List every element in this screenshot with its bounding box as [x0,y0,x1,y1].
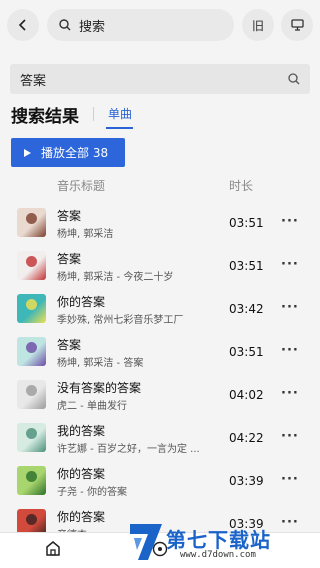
album-cover [17,208,46,237]
song-title: 答案 [57,209,82,223]
play-icon [24,148,31,157]
watermark-url: www.d7down.com [180,550,256,560]
song-title: 没有答案的答案 [57,381,142,395]
tv-icon [290,19,304,31]
song-row[interactable]: 我的答案 许艺娜 - 百岁之好，一言为定 ... 04:22 ··· [0,415,320,458]
album-cover [17,466,46,495]
back-button[interactable] [7,9,39,41]
home-icon[interactable] [45,541,61,556]
song-title: 我的答案 [57,424,106,438]
song-duration: 03:51 [229,216,264,230]
search-query: 答案 [20,73,47,89]
song-duration: 03:39 [229,474,264,488]
more-icon[interactable]: ··· [281,343,299,358]
more-icon[interactable]: ··· [281,472,299,487]
tv-button[interactable] [281,9,313,41]
more-icon[interactable]: ··· [281,386,299,401]
cover-figure [26,471,37,482]
watermark-logo-icon [130,524,162,560]
top-search-box[interactable]: 搜索 [47,9,234,41]
song-row[interactable]: 答案 杨坤, 郭采洁 03:51 ··· [0,200,320,243]
cover-figure [26,342,37,353]
results-title: 搜索结果 [11,107,79,127]
song-row[interactable]: 答案 杨坤, 郭采洁 - 今夜二十岁 03:51 ··· [0,243,320,286]
search-icon[interactable] [288,73,300,85]
more-icon[interactable]: ··· [281,257,299,272]
app-screen: 搜索 旧 答案 搜索结果 单曲 播放全部 38 音乐标题 时长 答案 杨坤, 郭… [0,0,320,568]
song-title: 答案 [57,338,82,352]
song-artist: 杨坤, 郭采洁 [57,229,114,240]
watermark: 第七下载站 www.d7down.com [126,520,316,566]
title-divider [93,107,94,121]
watermark-text: 第七下载站 [166,528,271,552]
album-cover [17,294,46,323]
song-artist: 虎二 - 单曲发行 [57,401,127,412]
tab-single[interactable]: 单曲 [108,105,132,122]
song-artist: 季妙殊, 常州七彩音乐梦工厂 [57,315,184,326]
more-icon[interactable]: ··· [281,214,299,229]
cover-figure [26,385,37,396]
song-title: 你的答案 [57,510,106,524]
cover-figure [26,299,37,310]
album-cover [17,380,46,409]
song-artist: 许艺娜 - 百岁之好，一言为定 ... [57,444,200,455]
song-duration: 03:51 [229,259,264,273]
song-duration: 03:51 [229,345,264,359]
song-title: 你的答案 [57,295,106,309]
play-all-button[interactable]: 播放全部 38 [11,138,125,167]
album-cover [17,251,46,280]
song-row[interactable]: 你的答案 季妙殊, 常州七彩音乐梦工厂 03:42 ··· [0,286,320,329]
play-all-label: 播放全部 38 [41,146,109,160]
cover-figure [26,256,37,267]
search-placeholder: 搜索 [79,19,106,35]
search-icon [59,19,71,31]
song-row[interactable]: 没有答案的答案 虎二 - 单曲发行 04:02 ··· [0,372,320,415]
song-artist: 杨坤, 郭采洁 - 今夜二十岁 [57,272,174,283]
cover-figure [26,428,37,439]
song-list: 答案 杨坤, 郭采洁 03:51 ··· 答案 杨坤, 郭采洁 - 今夜二十岁 … [0,200,320,544]
album-cover [17,423,46,452]
chevron-left-icon [18,19,26,31]
song-title: 答案 [57,252,82,266]
more-icon[interactable]: ··· [281,300,299,315]
more-icon[interactable]: ··· [281,429,299,444]
column-title-header: 音乐标题 [57,179,106,193]
column-duration-header: 时长 [229,179,254,193]
search-input[interactable]: 答案 [10,64,310,94]
song-artist: 子尧 - 你的答案 [57,487,127,498]
song-duration: 03:42 [229,302,264,316]
song-duration: 04:22 [229,431,264,445]
song-duration: 04:02 [229,388,264,402]
song-title: 你的答案 [57,467,106,481]
album-cover [17,337,46,366]
cover-figure [26,213,37,224]
song-artist: 杨坤, 郭采洁 - 答案 [57,358,144,369]
top-bar: 搜索 旧 [0,9,320,43]
cover-figure [26,514,37,525]
old-version-button[interactable]: 旧 [242,9,274,41]
tab-underline [106,127,133,129]
song-row[interactable]: 你的答案 子尧 - 你的答案 03:39 ··· [0,458,320,501]
song-row[interactable]: 答案 杨坤, 郭采洁 - 答案 03:51 ··· [0,329,320,372]
